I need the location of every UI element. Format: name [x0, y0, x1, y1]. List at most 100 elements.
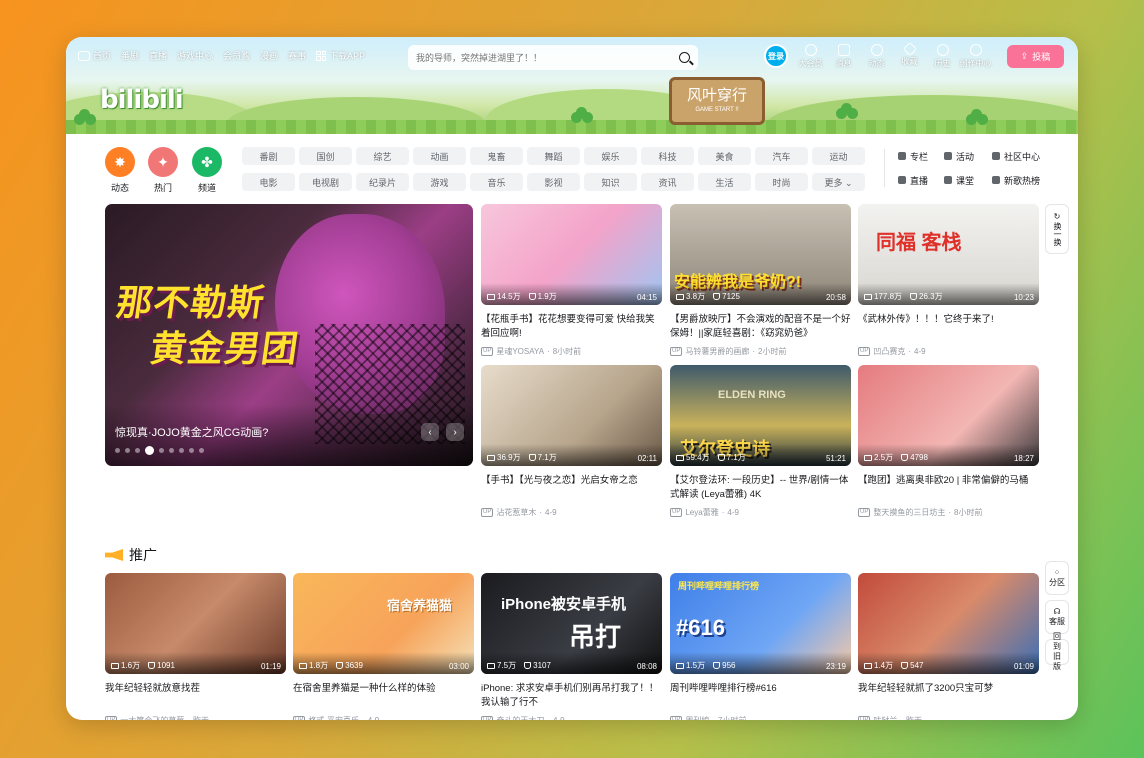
link-live[interactable]: 直播: [898, 173, 944, 187]
link-events[interactable]: 活动: [944, 149, 992, 163]
category-tag[interactable]: 纪录片: [356, 173, 409, 191]
video-author[interactable]: Leya蕾雅: [685, 507, 718, 518]
video-card[interactable]: 同福 客栈 177.8万 26.3万 10:23 《武林外传》！！！它终于来了!…: [858, 204, 1039, 357]
video-title[interactable]: 【跑团】逃离奥非欧20 | 非常偏僻的马桶: [858, 474, 1039, 502]
video-author[interactable]: 格式-平安喜乐: [308, 715, 359, 720]
video-title[interactable]: 我年纪轻轻就放意找茬: [105, 682, 286, 710]
carousel-prev-button[interactable]: ‹: [421, 423, 439, 441]
nav-anime[interactable]: 番剧: [121, 49, 139, 62]
video-card[interactable]: 艾尔登史诗ELDEN RING 59.4万 7.1万 51:21 【艾尔登法环:…: [670, 365, 851, 518]
video-thumbnail[interactable]: 宿舍养猫猫 1.8万 3639 03:00: [293, 573, 474, 674]
zone-button[interactable]: ⁘ 分区: [1045, 561, 1069, 595]
video-thumbnail[interactable]: 艾尔登史诗ELDEN RING 59.4万 7.1万 51:21: [670, 365, 851, 466]
old-version-button[interactable]: 回到旧版: [1045, 632, 1069, 671]
carousel-dot[interactable]: [199, 448, 204, 453]
video-card[interactable]: 1.6万 1091 01:19 我年纪轻轻就放意找茬 UP 一大筐会飞的草莓 ·…: [105, 573, 286, 720]
category-tag[interactable]: 鬼畜: [470, 147, 523, 165]
nav-esports[interactable]: 赛事: [288, 49, 306, 62]
link-column[interactable]: 专栏: [898, 149, 944, 163]
hero-carousel[interactable]: 那不勒斯 黄金男团 惊现真·JOJO黄金之风CG动画? ‹ ›: [105, 204, 473, 466]
video-title[interactable]: 我年纪轻轻就抓了3200只宝可梦: [858, 682, 1039, 710]
video-card[interactable]: 宿舍养猫猫 1.8万 3639 03:00 在宿舍里养猫是一种什么样的体验 UP…: [293, 573, 474, 720]
category-tag[interactable]: 音乐: [470, 173, 523, 191]
video-thumbnail[interactable]: 2.5万 4798 18:27: [858, 365, 1039, 466]
dynamic-link[interactable]: 动态: [860, 44, 893, 69]
history-link[interactable]: 历史: [926, 44, 959, 69]
video-title[interactable]: 《武林外传》！！！它终于来了!: [858, 313, 1039, 341]
category-tag[interactable]: 综艺: [356, 147, 409, 165]
video-thumbnail[interactable]: 36.9万 7.1万 02:11: [481, 365, 662, 466]
nav-download-app[interactable]: 下载APP: [316, 49, 365, 62]
category-tag[interactable]: 汽车: [755, 147, 808, 165]
link-classroom[interactable]: 课堂: [944, 173, 992, 187]
video-author[interactable]: 咕哒兰: [873, 715, 897, 720]
video-author[interactable]: 凹凸赛克: [873, 346, 905, 357]
video-card[interactable]: 2.5万 4798 18:27 【跑团】逃离奥非欧20 | 非常偏僻的马桶 UP…: [858, 365, 1039, 518]
video-thumbnail[interactable]: 1.6万 1091 01:19: [105, 573, 286, 674]
video-author[interactable]: 一大筐会飞的草莓: [120, 715, 184, 720]
category-tag[interactable]: 知识: [584, 173, 637, 191]
refresh-button[interactable]: ↻ 换一换: [1045, 204, 1069, 254]
video-author[interactable]: 周刊娘: [685, 715, 709, 720]
category-tag[interactable]: 舞蹈: [527, 147, 580, 165]
video-thumbnail[interactable]: 14.5万 1.9万 04:15: [481, 204, 662, 305]
carousel-dot[interactable]: [159, 448, 164, 453]
nav-live[interactable]: 直播: [149, 49, 167, 62]
video-title[interactable]: 周刊哔哩哔哩排行榜#616: [670, 682, 851, 710]
carousel-next-button[interactable]: ›: [446, 423, 464, 441]
video-thumbnail[interactable]: #616 周刊哔哩哔哩排行榜 1.5万 956 23:19: [670, 573, 851, 674]
video-thumbnail[interactable]: 安能辨我是爷奶?! 3.8万 7125 20:58: [670, 204, 851, 305]
search-icon[interactable]: [679, 52, 690, 63]
video-title[interactable]: 【男爵放映厅】不会演戏的配音不是一个好保姆！||家庭轻喜剧：《窈窕奶爸》: [670, 313, 851, 341]
bilibili-logo[interactable]: bilibili: [100, 85, 184, 115]
category-tag[interactable]: 美食: [698, 147, 751, 165]
channel-hot[interactable]: ✦ 热门: [147, 147, 179, 194]
video-author[interactable]: 奋斗的王大刀: [496, 715, 544, 720]
link-community[interactable]: 社区中心: [992, 149, 1052, 163]
video-author[interactable]: 马铃薯男爵的画廊: [685, 346, 749, 357]
nav-manga[interactable]: 漫画: [260, 49, 278, 62]
category-tag[interactable]: 更多 ⌄: [812, 173, 865, 191]
carousel-dot[interactable]: [115, 448, 120, 453]
carousel-dot[interactable]: [189, 448, 194, 453]
video-card[interactable]: 36.9万 7.1万 02:11 【手书】【光与夜之恋】光启女帝之恋 UP 沾花…: [481, 365, 662, 518]
video-title[interactable]: iPhone: 求求安卓手机们别再吊打我了！！我认输了行不: [481, 682, 662, 710]
category-tag[interactable]: 生活: [698, 173, 751, 191]
category-tag[interactable]: 国创: [299, 147, 352, 165]
video-thumbnail[interactable]: 同福 客栈 177.8万 26.3万 10:23: [858, 204, 1039, 305]
messages-link[interactable]: 消息: [827, 44, 860, 69]
video-card[interactable]: 1.4万 547 01:09 我年纪轻轻就抓了3200只宝可梦 UP 咕哒兰 ·…: [858, 573, 1039, 720]
nav-mall[interactable]: 会员购: [223, 49, 250, 62]
carousel-dot[interactable]: [135, 448, 140, 453]
video-author[interactable]: 星魂YOSAYA: [496, 346, 544, 357]
video-title[interactable]: 【手书】【光与夜之恋】光启女帝之恋: [481, 474, 662, 502]
carousel-dot[interactable]: [169, 448, 174, 453]
support-button[interactable]: ☊ 客服: [1045, 600, 1069, 634]
video-card[interactable]: 安能辨我是爷奶?! 3.8万 7125 20:58 【男爵放映厅】不会演戏的配音…: [670, 204, 851, 357]
category-tag[interactable]: 动画: [413, 147, 466, 165]
video-author[interactable]: 沾花惹草木: [496, 507, 536, 518]
video-thumbnail[interactable]: 1.4万 547 01:09: [858, 573, 1039, 674]
creator-center-link[interactable]: 创作中心: [959, 44, 992, 69]
category-tag[interactable]: 时尚: [755, 173, 808, 191]
video-card[interactable]: #616 周刊哔哩哔哩排行榜 1.5万 956 23:19 周刊哔哩哔哩排行榜#6…: [670, 573, 851, 720]
category-tag[interactable]: 游戏: [413, 173, 466, 191]
category-tag[interactable]: 电视剧: [299, 173, 352, 191]
carousel-dot[interactable]: [125, 448, 130, 453]
category-tag[interactable]: 娱乐: [584, 147, 637, 165]
category-tag[interactable]: 资讯: [641, 173, 694, 191]
channel-dynamic[interactable]: ✸ 动态: [104, 147, 136, 194]
video-title[interactable]: 在宿舍里养猫是一种什么样的体验: [293, 682, 474, 710]
video-card[interactable]: 14.5万 1.9万 04:15 【花瓶手书】花花想要变得可爱 快给我笑着回应啊…: [481, 204, 662, 357]
category-tag[interactable]: 电影: [242, 173, 295, 191]
video-title[interactable]: 【艾尔登法环: 一段历史】-- 世界/剧情一体式解读 (Leya蕾雅) 4K: [670, 474, 851, 502]
vip-link[interactable]: 大会员: [794, 44, 827, 69]
nav-home[interactable]: 首页: [78, 49, 111, 62]
video-thumbnail[interactable]: iPhone被安卓手机 吊打 7.5万 3107 08:08: [481, 573, 662, 674]
carousel-dot-active[interactable]: [145, 446, 154, 455]
carousel-dot[interactable]: [179, 448, 184, 453]
link-new-songs[interactable]: 新歌热榜: [992, 173, 1052, 187]
category-tag[interactable]: 科技: [641, 147, 694, 165]
category-tag[interactable]: 运动: [812, 147, 865, 165]
nav-game-center[interactable]: 游戏中心: [177, 49, 213, 62]
